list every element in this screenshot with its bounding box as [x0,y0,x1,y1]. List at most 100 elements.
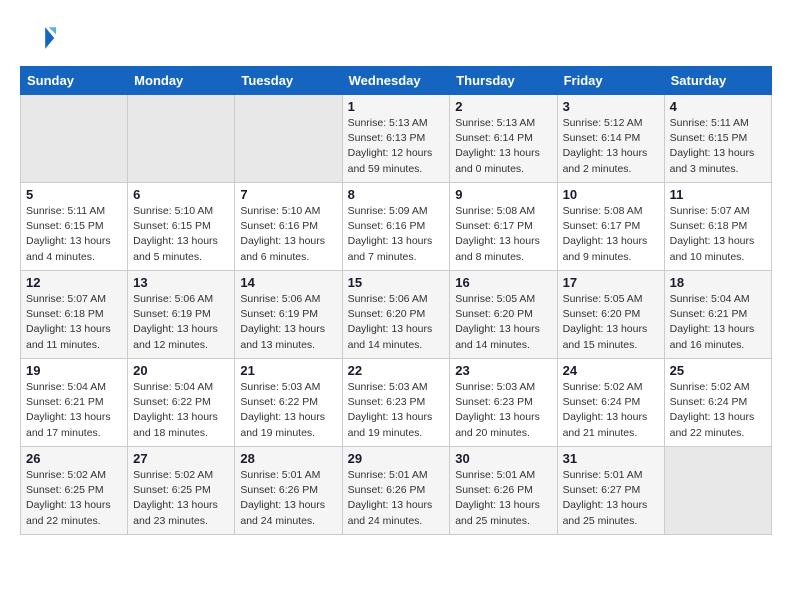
day-info: Sunrise: 5:13 AMSunset: 6:14 PMDaylight:… [455,116,551,177]
day-number: 26 [26,451,122,466]
day-info: Sunrise: 5:04 AMSunset: 6:21 PMDaylight:… [670,292,766,353]
day-info: Sunrise: 5:04 AMSunset: 6:21 PMDaylight:… [26,380,122,441]
day-number: 31 [563,451,659,466]
calendar-week-row: 5 Sunrise: 5:11 AMSunset: 6:15 PMDaylight… [21,183,772,271]
day-number: 13 [133,275,229,290]
calendar-cell: 16 Sunrise: 5:05 AMSunset: 6:20 PMDayligh… [450,271,557,359]
day-number: 27 [133,451,229,466]
day-info: Sunrise: 5:11 AMSunset: 6:15 PMDaylight:… [670,116,766,177]
day-number: 22 [348,363,445,378]
day-info: Sunrise: 5:01 AMSunset: 6:26 PMDaylight:… [240,468,336,529]
day-info: Sunrise: 5:02 AMSunset: 6:24 PMDaylight:… [563,380,659,441]
calendar-day-header: Wednesday [342,67,450,95]
calendar-cell: 17 Sunrise: 5:05 AMSunset: 6:20 PMDayligh… [557,271,664,359]
day-info: Sunrise: 5:10 AMSunset: 6:15 PMDaylight:… [133,204,229,265]
day-number: 14 [240,275,336,290]
calendar-cell: 13Sunrise: 5:06 AMSunset: 6:19 PMDayligh… [128,271,235,359]
day-info: Sunrise: 5:03 AMSunset: 6:23 PMDaylight:… [455,380,551,441]
calendar-cell: 20 Sunrise: 5:04 AMSunset: 6:22 PMDayligh… [128,359,235,447]
calendar-cell: 23 Sunrise: 5:03 AMSunset: 6:23 PMDayligh… [450,359,557,447]
day-number: 11 [670,187,766,202]
day-info: Sunrise: 5:03 AMSunset: 6:23 PMDaylight:… [348,380,445,441]
calendar-week-row: 1Sunrise: 5:13 AMSunset: 6:13 PMDaylight… [21,95,772,183]
day-number: 12 [26,275,122,290]
calendar-cell: 2 Sunrise: 5:13 AMSunset: 6:14 PMDaylight… [450,95,557,183]
day-info: Sunrise: 5:11 AMSunset: 6:15 PMDaylight:… [26,204,122,265]
calendar-cell [664,447,771,535]
day-info: Sunrise: 5:08 AMSunset: 6:17 PMDaylight:… [563,204,659,265]
calendar-cell: 3 Sunrise: 5:12 AMSunset: 6:14 PMDaylight… [557,95,664,183]
day-number: 20 [133,363,229,378]
day-number: 16 [455,275,551,290]
calendar-cell: 24 Sunrise: 5:02 AMSunset: 6:24 PMDayligh… [557,359,664,447]
calendar-table: SundayMondayTuesdayWednesdayThursdayFrid… [20,66,772,535]
calendar-cell: 19 Sunrise: 5:04 AMSunset: 6:21 PMDayligh… [21,359,128,447]
calendar-day-header: Friday [557,67,664,95]
calendar-cell [235,95,342,183]
calendar-cell: 28 Sunrise: 5:01 AMSunset: 6:26 PMDayligh… [235,447,342,535]
day-info: Sunrise: 5:06 AMSunset: 6:19 PMDaylight:… [240,292,336,353]
day-number: 15 [348,275,445,290]
calendar-cell: 26 Sunrise: 5:02 AMSunset: 6:25 PMDayligh… [21,447,128,535]
day-number: 1 [348,99,445,114]
page-header [20,20,772,56]
day-info: Sunrise: 5:07 AMSunset: 6:18 PMDaylight:… [670,204,766,265]
calendar-week-row: 12 Sunrise: 5:07 AMSunset: 6:18 PMDayligh… [21,271,772,359]
calendar-cell: 14 Sunrise: 5:06 AMSunset: 6:19 PMDayligh… [235,271,342,359]
day-info: Sunrise: 5:07 AMSunset: 6:18 PMDaylight:… [26,292,122,353]
day-number: 5 [26,187,122,202]
day-info: Sunrise: 5:01 AMSunset: 6:26 PMDaylight:… [455,468,551,529]
logo [20,20,60,56]
day-number: 28 [240,451,336,466]
calendar-cell [21,95,128,183]
calendar-cell: 12 Sunrise: 5:07 AMSunset: 6:18 PMDayligh… [21,271,128,359]
calendar-cell: 5 Sunrise: 5:11 AMSunset: 6:15 PMDaylight… [21,183,128,271]
day-info: Sunrise: 5:09 AMSunset: 6:16 PMDaylight:… [348,204,445,265]
day-number: 10 [563,187,659,202]
day-number: 17 [563,275,659,290]
calendar-cell: 27 Sunrise: 5:02 AMSunset: 6:25 PMDayligh… [128,447,235,535]
day-number: 25 [670,363,766,378]
day-number: 2 [455,99,551,114]
day-info: Sunrise: 5:03 AMSunset: 6:22 PMDaylight:… [240,380,336,441]
day-number: 4 [670,99,766,114]
day-number: 23 [455,363,551,378]
day-info: Sunrise: 5:04 AMSunset: 6:22 PMDaylight:… [133,380,229,441]
calendar-cell: 6 Sunrise: 5:10 AMSunset: 6:15 PMDaylight… [128,183,235,271]
day-info: Sunrise: 5:05 AMSunset: 6:20 PMDaylight:… [455,292,551,353]
day-number: 6 [133,187,229,202]
day-number: 29 [348,451,445,466]
calendar-header-row: SundayMondayTuesdayWednesdayThursdayFrid… [21,67,772,95]
calendar-cell: 1Sunrise: 5:13 AMSunset: 6:13 PMDaylight… [342,95,450,183]
day-info: Sunrise: 5:08 AMSunset: 6:17 PMDaylight:… [455,204,551,265]
day-number: 9 [455,187,551,202]
day-number: 18 [670,275,766,290]
calendar-cell: 8Sunrise: 5:09 AMSunset: 6:16 PMDaylight… [342,183,450,271]
calendar-cell: 4 Sunrise: 5:11 AMSunset: 6:15 PMDaylight… [664,95,771,183]
calendar-cell: 15Sunrise: 5:06 AMSunset: 6:20 PMDayligh… [342,271,450,359]
calendar-cell: 10 Sunrise: 5:08 AMSunset: 6:17 PMDayligh… [557,183,664,271]
calendar-cell: 22 Sunrise: 5:03 AMSunset: 6:23 PMDayligh… [342,359,450,447]
day-info: Sunrise: 5:02 AMSunset: 6:25 PMDaylight:… [133,468,229,529]
calendar-cell: 29 Sunrise: 5:01 AMSunset: 6:26 PMDayligh… [342,447,450,535]
day-number: 24 [563,363,659,378]
day-info: Sunrise: 5:02 AMSunset: 6:25 PMDaylight:… [26,468,122,529]
calendar-day-header: Tuesday [235,67,342,95]
day-info: Sunrise: 5:02 AMSunset: 6:24 PMDaylight:… [670,380,766,441]
day-info: Sunrise: 5:01 AMSunset: 6:26 PMDaylight:… [348,468,445,529]
calendar-cell [128,95,235,183]
calendar-week-row: 26 Sunrise: 5:02 AMSunset: 6:25 PMDayligh… [21,447,772,535]
calendar-cell: 30Sunrise: 5:01 AMSunset: 6:26 PMDayligh… [450,447,557,535]
calendar-cell: 21Sunrise: 5:03 AMSunset: 6:22 PMDayligh… [235,359,342,447]
day-info: Sunrise: 5:05 AMSunset: 6:20 PMDaylight:… [563,292,659,353]
calendar-day-header: Monday [128,67,235,95]
day-number: 19 [26,363,122,378]
calendar-cell: 31 Sunrise: 5:01 AMSunset: 6:27 PMDayligh… [557,447,664,535]
day-info: Sunrise: 5:10 AMSunset: 6:16 PMDaylight:… [240,204,336,265]
calendar-week-row: 19 Sunrise: 5:04 AMSunset: 6:21 PMDayligh… [21,359,772,447]
calendar-cell: 11 Sunrise: 5:07 AMSunset: 6:18 PMDayligh… [664,183,771,271]
day-number: 3 [563,99,659,114]
day-info: Sunrise: 5:12 AMSunset: 6:14 PMDaylight:… [563,116,659,177]
calendar-day-header: Sunday [21,67,128,95]
day-info: Sunrise: 5:01 AMSunset: 6:27 PMDaylight:… [563,468,659,529]
